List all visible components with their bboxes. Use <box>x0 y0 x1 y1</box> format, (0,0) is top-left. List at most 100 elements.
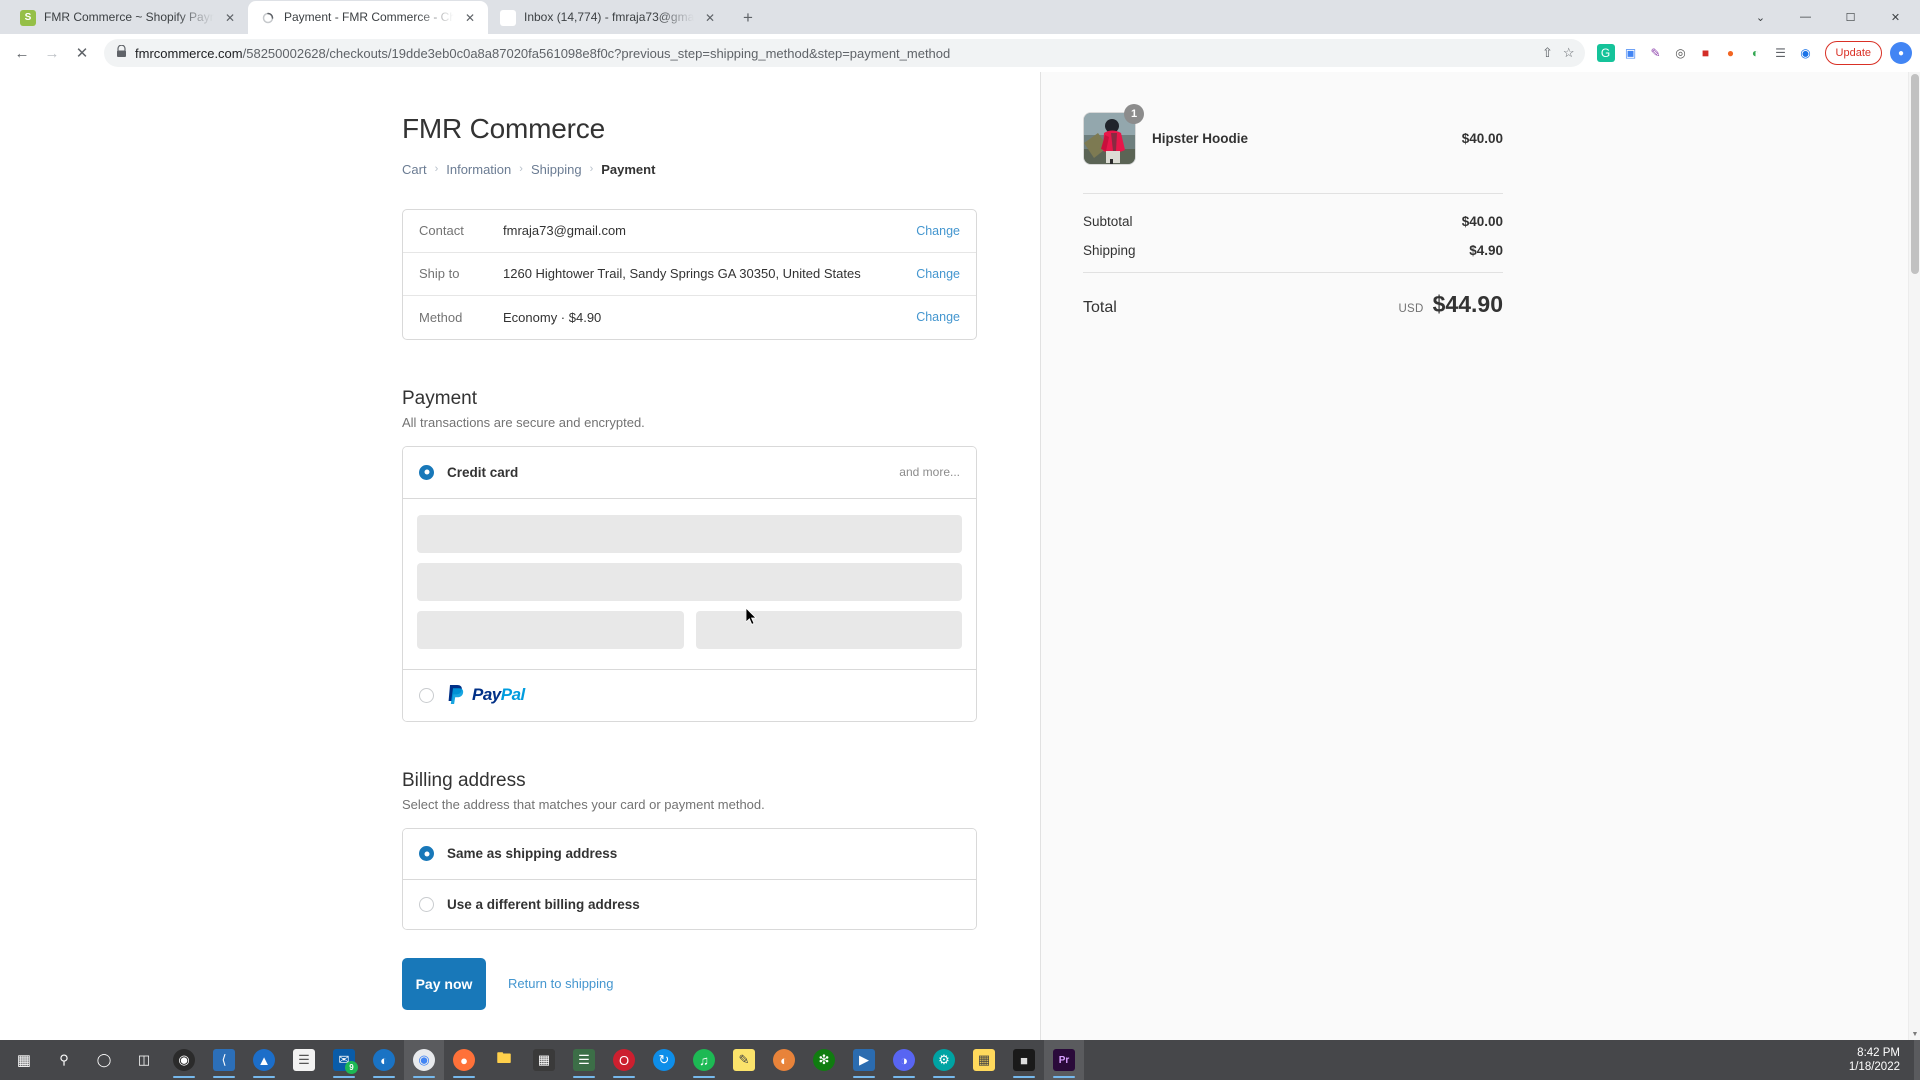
microsoft-store-taskbar-icon[interactable]: ▦ <box>524 1040 564 1080</box>
xbox-taskbar-icon[interactable]: ❇ <box>804 1040 844 1080</box>
breadcrumb-shipping[interactable]: Shipping <box>531 162 582 177</box>
card-number-placeholder[interactable] <box>417 514 962 553</box>
review-label: Method <box>419 309 463 325</box>
video-player-taskbar-icon[interactable]: ▶ <box>844 1040 884 1080</box>
file-explorer-taskbar-icon[interactable]: 🖿 <box>484 1040 524 1080</box>
terminal-taskbar-icon[interactable]: ■ <box>1004 1040 1044 1080</box>
edge-taskbar-icon[interactable]: ◐ <box>364 1040 404 1080</box>
payment-method-credit-card[interactable]: Credit card and more... <box>403 446 976 499</box>
breadcrumb-payment: Payment <box>601 161 656 177</box>
return-to-shipping-link[interactable]: Return to shipping <box>508 976 614 991</box>
paypal-text-pal: Pal <box>500 685 526 705</box>
new-tab-button[interactable]: + <box>734 3 762 31</box>
discord-taskbar-icon[interactable]: ◑ <box>884 1040 924 1080</box>
billing-option-same[interactable]: Same as shipping address <box>403 828 976 879</box>
puzzle-icon[interactable]: ◐ <box>1747 44 1765 62</box>
search-button[interactable]: ⚲ <box>44 1040 84 1080</box>
change-method-link[interactable]: Change <box>916 310 960 324</box>
maximize-button[interactable]: ☐ <box>1828 1 1873 33</box>
outlook-taskbar-icon[interactable]: ✉ 9 <box>324 1040 364 1080</box>
cortana-button[interactable]: ◯ <box>84 1040 124 1080</box>
update-button[interactable]: Update <box>1824 41 1882 65</box>
close-window-button[interactable]: ✕ <box>1873 1 1918 33</box>
review-value: Economy · $4.90 <box>503 309 602 325</box>
checkout-footer-actions: Pay now Return to shipping <box>402 957 977 1010</box>
chrome-taskbar-icon[interactable]: ◉ <box>404 1040 444 1080</box>
shopify-icon: S <box>20 9 36 26</box>
settings-taskbar-icon[interactable]: ⚙ <box>924 1040 964 1080</box>
adblock-icon[interactable]: ◎ <box>1672 44 1690 62</box>
stop-loading-button[interactable]: ✕ <box>68 39 96 67</box>
firefox-dev-taskbar-icon[interactable]: ▲ <box>244 1040 284 1080</box>
billing-option-different[interactable]: Use a different billing address <box>403 878 976 929</box>
browser-tab-2[interactable]: Payment - FMR Commerce - Che ✕ <box>248 1 488 34</box>
back-button[interactable]: ← <box>8 39 36 67</box>
line-item-price: $40.00 <box>1461 131 1503 146</box>
notepad-taskbar-icon[interactable]: ☰ <box>284 1040 324 1080</box>
tab-title: Inbox (14,774) - fmraja73@gmail <box>524 10 694 24</box>
loading-spinner-icon <box>260 10 276 26</box>
list-item: 1 Hipster Hoodie $40.00 <box>1083 104 1503 193</box>
premiere-pro-taskbar-icon[interactable]: Pr <box>1044 1040 1084 1080</box>
mouse-cursor <box>745 607 758 626</box>
zoom-taskbar-icon[interactable]: ◐ <box>764 1040 804 1080</box>
notes-taskbar-icon[interactable]: ✎ <box>724 1040 764 1080</box>
taskbar-clock[interactable]: 8:42 PM 1/18/2022 <box>1849 1046 1914 1074</box>
windows-taskbar: ▦ ⚲ ◯ ◫ ◉ ⟨ ▲ ☰ ✉ 9 ◐ ◉ ● 🖿 ▦ ☰ O ↻ ♫ ✎ ◐… <box>0 1040 1920 1080</box>
show-desktop-button[interactable] <box>1914 1040 1920 1080</box>
avatar[interactable]: ● <box>1890 42 1912 64</box>
radio-credit-card[interactable] <box>419 464 434 480</box>
grammarly-icon[interactable]: G <box>1596 44 1615 62</box>
change-contact-link[interactable]: Change <box>916 224 960 238</box>
star-icon[interactable]: ☆ <box>1563 45 1575 61</box>
radio-paypal[interactable] <box>419 687 434 703</box>
honey-icon[interactable]: ● <box>1722 44 1740 62</box>
summary-row-total: Total USD $44.90 <box>1083 291 1503 318</box>
tab-search-icon[interactable]: ⌄ <box>1738 1 1783 33</box>
sticky-notes-taskbar-icon[interactable]: ▦ <box>964 1040 1004 1080</box>
browser-tab-3[interactable]: M Inbox (14,774) - fmraja73@gmail ✕ <box>488 1 728 34</box>
breadcrumb-information[interactable]: Information <box>446 162 511 177</box>
payment-method-paypal[interactable]: Pay Pal <box>403 668 976 721</box>
forward-button[interactable]: → <box>38 39 66 67</box>
address-bar[interactable]: fmrcommerce.com/58250002628/checkouts/19… <box>104 39 1585 67</box>
scroll-down-arrow-icon[interactable]: ▼ <box>1909 1028 1920 1040</box>
opera-taskbar-icon[interactable]: O <box>604 1040 644 1080</box>
gmail-icon: M <box>500 9 516 26</box>
close-icon[interactable]: ✕ <box>462 10 478 26</box>
chevron-right-icon: › <box>434 163 439 176</box>
spotify-taskbar-icon[interactable]: ♫ <box>684 1040 724 1080</box>
page-scrollbar[interactable]: ▲ ▼ <box>1908 72 1920 1040</box>
app-stack-taskbar-icon[interactable]: ☰ <box>564 1040 604 1080</box>
teamviewer-taskbar-icon[interactable]: ↻ <box>644 1040 684 1080</box>
globe-icon[interactable]: ◉ <box>1797 44 1815 62</box>
summary-divider <box>1083 193 1503 194</box>
vs-code-taskbar-icon[interactable]: ⟨ <box>204 1040 244 1080</box>
reading-list-icon[interactable]: ☰ <box>1772 44 1790 62</box>
colorpick-icon[interactable]: ✎ <box>1647 44 1665 62</box>
radio-same-as-shipping[interactable] <box>419 846 434 862</box>
minimize-button[interactable]: — <box>1783 1 1828 33</box>
paypal-text-pay: Pay <box>472 685 501 705</box>
change-address-link[interactable]: Change <box>916 267 960 281</box>
task-view-button[interactable]: ◫ <box>124 1040 164 1080</box>
card-expiry-placeholder[interactable] <box>417 610 684 649</box>
pay-now-button[interactable]: Pay now <box>402 957 486 1010</box>
scrollbar-thumb[interactable] <box>1911 74 1919 274</box>
translate-icon[interactable]: ▣ <box>1622 44 1640 62</box>
card-name-placeholder[interactable] <box>417 562 962 601</box>
firefox-taskbar-icon[interactable]: ● <box>444 1040 484 1080</box>
close-icon[interactable]: ✕ <box>222 10 238 26</box>
page-title: FMR Commerce <box>402 113 605 144</box>
close-icon[interactable]: ✕ <box>702 10 718 26</box>
radio-different-billing[interactable] <box>419 896 434 912</box>
obs-studio-taskbar-icon[interactable]: ◉ <box>164 1040 204 1080</box>
card-cvv-placeholder[interactable] <box>695 610 962 649</box>
lastpass-icon[interactable]: ■ <box>1697 44 1715 62</box>
payment-section-title: Payment <box>402 387 477 409</box>
card-expiry-cvv-placeholder <box>417 610 962 649</box>
share-icon[interactable]: ⇧ <box>1542 45 1553 61</box>
breadcrumb-cart[interactable]: Cart <box>402 162 427 177</box>
browser-tab-1[interactable]: S FMR Commerce ~ Shopify Paym ✕ <box>8 1 248 34</box>
start-button[interactable]: ▦ <box>4 1040 44 1080</box>
